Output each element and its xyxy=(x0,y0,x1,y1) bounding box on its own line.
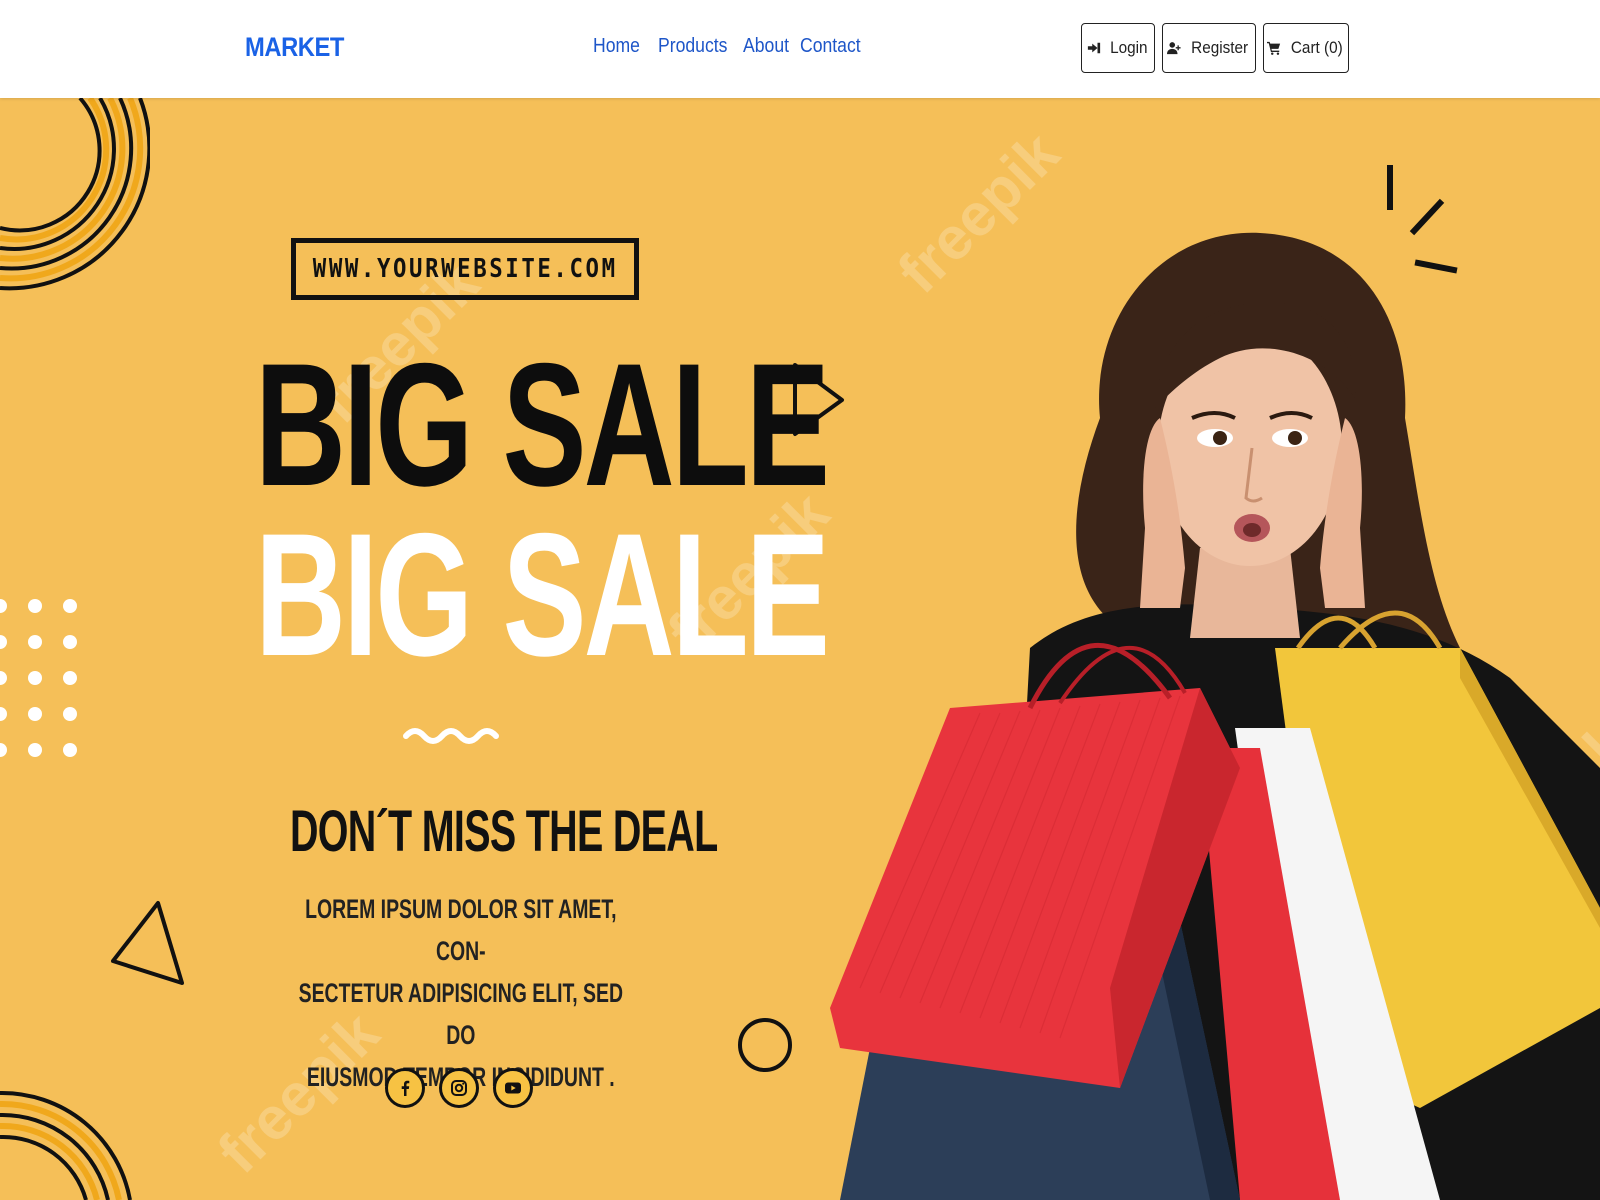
brand-logo[interactable]: MARKET xyxy=(245,32,344,63)
nav-links: Home Products About Contact xyxy=(593,35,861,58)
woman-with-shopping-bags-image xyxy=(830,232,1600,1200)
nav-link-contact[interactable]: Contact xyxy=(800,35,861,58)
instagram-icon xyxy=(451,1080,467,1096)
wave-decoration xyxy=(403,728,499,744)
nav-link-about[interactable]: About xyxy=(743,35,789,58)
triangle-left-decoration xyxy=(111,901,184,985)
nav-link-home[interactable]: Home xyxy=(593,35,640,58)
headline-big-sale-black: BIG SALE xyxy=(255,328,830,523)
promo-line: SECTETUR ADIPISICING ELIT, SED DO xyxy=(298,978,624,1050)
promo-line: LOREM IPSUM DOLOR SIT AMET, CON- xyxy=(305,894,617,966)
top-navbar: MARKET Home Products About Contact Login… xyxy=(0,0,1600,98)
youtube-icon xyxy=(505,1082,521,1094)
concentric-arcs-decoration xyxy=(0,98,150,291)
register-button[interactable]: Register xyxy=(1162,23,1256,73)
facebook-button[interactable] xyxy=(385,1068,425,1108)
promo-body-text: LOREM IPSUM DOLOR SIT AMET, CON- SECTETU… xyxy=(288,888,634,1098)
circle-decoration xyxy=(738,1018,792,1072)
website-url-box: WWW.YOURWEBSITE.COM xyxy=(291,238,639,300)
nav-link-products[interactable]: Products xyxy=(658,35,727,58)
cart-button[interactable]: Cart (0) xyxy=(1263,23,1349,73)
cart-label: Cart (0) xyxy=(1290,38,1343,57)
login-button[interactable]: Login xyxy=(1081,23,1155,73)
youtube-button[interactable] xyxy=(493,1068,533,1108)
sign-in-icon xyxy=(1087,42,1100,54)
bottom-arcs-decoration xyxy=(0,1090,132,1200)
register-label: Register xyxy=(1191,38,1248,57)
dot-grid-decoration xyxy=(0,599,77,757)
instagram-button[interactable] xyxy=(439,1068,479,1108)
facebook-icon xyxy=(401,1080,410,1096)
headline-big-sale-white: BIG SALE xyxy=(255,498,830,693)
tagline: DON´T MISS THE DEAL xyxy=(290,799,718,864)
login-label: Login xyxy=(1109,38,1148,57)
website-url-text: WWW.YOURWEBSITE.COM xyxy=(312,254,618,284)
hero-banner: freepik freepik freepik freepik freepik … xyxy=(0,98,1600,1200)
user-plus-icon xyxy=(1166,42,1181,55)
cart-icon xyxy=(1266,41,1280,55)
